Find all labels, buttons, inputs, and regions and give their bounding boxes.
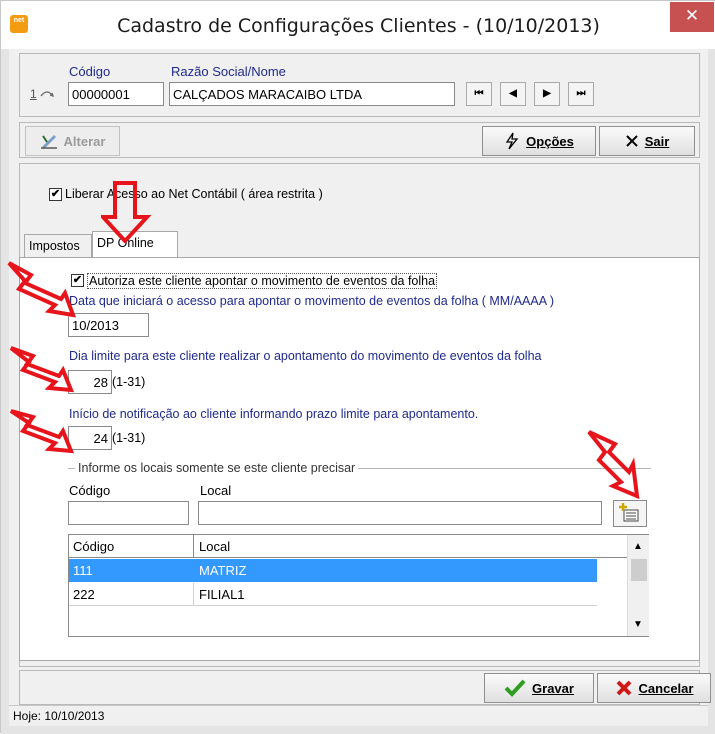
last-icon: ⏭ — [576, 88, 586, 99]
dia-limite-range: (1-31) — [112, 375, 146, 389]
local-label: Local — [200, 483, 232, 498]
lightning-arrow-icon — [9, 346, 75, 393]
record-indicator: 1 — [30, 87, 55, 101]
locais-table: Código Local 111 MATRIZ 222 FILIAL1 ▲ ▼ — [68, 534, 649, 637]
add-local-button[interactable] — [613, 500, 647, 527]
close-button[interactable]: ✕ — [670, 2, 714, 32]
notificacao-range: (1-31) — [112, 431, 146, 445]
first-icon: ⏮ — [474, 88, 484, 99]
next-icon: ▶ — [543, 88, 551, 99]
opcoes-button[interactable]: Opções — [482, 126, 596, 156]
table-row[interactable]: 222 FILIAL1 — [69, 583, 597, 606]
row-local: FILIAL1 — [199, 587, 245, 602]
gravar-button[interactable]: Gravar — [484, 673, 594, 703]
status-bar: Hoje: 10/10/2013 — [9, 705, 708, 726]
row-local: MATRIZ — [199, 563, 247, 578]
gravar-label: Gravar — [532, 680, 574, 696]
local-codigo-field[interactable] — [68, 501, 189, 525]
liberar-acesso-checkbox[interactable]: ✔ — [49, 188, 62, 201]
data-inicio-label: Data que iniciará o acesso para apontar … — [69, 294, 554, 308]
sair-label: Sair — [644, 133, 670, 149]
razao-social-field[interactable]: CALÇADOS MARACAIBO LTDA — [169, 82, 455, 106]
add-record-icon — [619, 503, 639, 522]
scroll-down-icon[interactable]: ▼ — [633, 619, 643, 630]
scroll-thumb[interactable] — [631, 559, 647, 581]
notificacao-label: Início de notificação ao cliente informa… — [69, 407, 479, 421]
table-row[interactable]: 111 MATRIZ — [69, 559, 597, 582]
alterar-label: Alterar — [63, 133, 106, 149]
checkmark-icon — [504, 679, 526, 697]
previous-record-button[interactable]: ◀ — [500, 82, 526, 106]
previous-icon: ◀ — [509, 88, 517, 99]
window-title: Cadastro de Configurações Clientes - (10… — [117, 15, 600, 37]
local-field[interactable] — [198, 501, 602, 525]
lightning-arrow-icon — [587, 430, 640, 500]
main-window: net Cadastro de Configurações Clientes -… — [0, 0, 715, 734]
row-codigo: 111 — [73, 563, 93, 578]
link-icon — [40, 91, 55, 97]
sair-button[interactable]: Sair — [599, 126, 695, 156]
local-codigo-label: Código — [69, 483, 111, 498]
column-header-local: Local — [199, 539, 231, 554]
title-bar: net Cadastro de Configurações Clientes -… — [1, 1, 715, 49]
column-header-codigo: Código — [73, 539, 115, 554]
edit-icon — [40, 135, 57, 149]
lightning-arrow-icon — [9, 409, 75, 454]
column-divider — [193, 583, 194, 606]
first-record-button[interactable]: ⏮ — [466, 82, 492, 106]
toolbar — [19, 122, 700, 158]
record-index: 1 — [30, 87, 37, 101]
lightning-arrow-icon — [7, 261, 77, 318]
column-divider — [193, 535, 194, 558]
last-record-button[interactable]: ⏭ — [568, 82, 594, 106]
hoje-status: Hoje: 10/10/2013 — [13, 709, 105, 723]
table-header: Código Local — [69, 535, 627, 558]
razao-social-label: Razão Social/Nome — [171, 64, 286, 79]
lightning-icon — [505, 132, 519, 150]
dia-limite-label: Dia limite para este cliente realizar o … — [69, 349, 542, 363]
annotation-arrow-icon — [101, 181, 151, 243]
autoriza-label: Autoriza este cliente apontar o moviment… — [87, 273, 438, 289]
scroll-up-icon[interactable]: ▲ — [633, 541, 643, 552]
alterar-button[interactable]: Alterar — [25, 126, 120, 156]
cancel-x-icon — [616, 680, 631, 696]
codigo-field[interactable]: 00000001 — [68, 82, 164, 106]
next-record-button[interactable]: ▶ — [534, 82, 560, 106]
opcoes-label: Opções — [526, 133, 574, 149]
row-codigo: 222 — [73, 587, 95, 602]
cancelar-button[interactable]: Cancelar — [597, 673, 711, 703]
window-border-right — [708, 49, 715, 734]
tab-impostos[interactable]: Impostos — [24, 234, 92, 258]
codigo-label: Código — [69, 64, 111, 79]
locais-group-label: Informe os locais somente se este client… — [75, 461, 359, 475]
data-inicio-field[interactable]: 10/2013 — [68, 313, 149, 337]
cancelar-label: Cancelar — [638, 680, 694, 696]
table-scrollbar[interactable]: ▲ ▼ — [627, 535, 649, 636]
close-icon — [625, 135, 638, 147]
